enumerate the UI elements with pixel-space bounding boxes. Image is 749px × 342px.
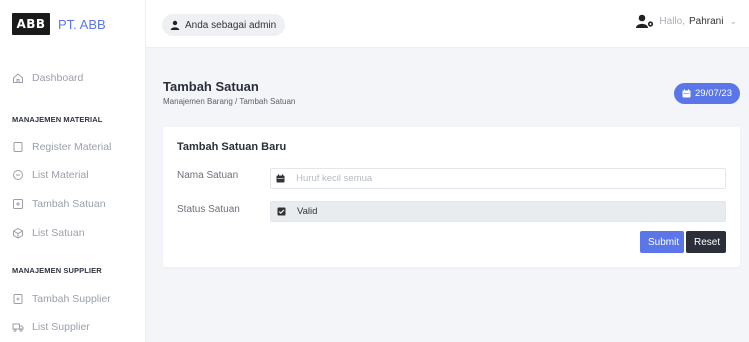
brand[interactable]: ABB PT. ABB (12, 13, 106, 35)
user-menu[interactable]: Hallo, Pahrani ⌄ (635, 14, 737, 28)
sidebar-section-supplier: MANAJEMEN SUPPLIER (12, 266, 102, 275)
sidebar-item-label: List Supplier (32, 321, 90, 333)
nama-satuan-label: Nama Satuan (177, 170, 239, 181)
greeting-text: Hallo, (659, 15, 685, 27)
sidebar-item-dashboard[interactable]: Dashboard (12, 72, 83, 84)
plus-square-icon (13, 199, 23, 209)
calendar-icon (682, 89, 691, 98)
submit-button[interactable]: Submit (640, 231, 684, 253)
status-satuan-value: Valid (297, 206, 318, 217)
truck-icon (12, 323, 24, 332)
file-plus-icon (13, 294, 23, 304)
page-title: Tambah Satuan (163, 79, 259, 94)
status-satuan-field: Valid (270, 201, 726, 222)
form-card: Tambah Satuan Baru Nama Satuan Status Sa… (163, 127, 740, 267)
username: Pahrani (688, 15, 724, 27)
sidebar-item-label: List Satuan (32, 227, 85, 239)
sidebar-item-list-material[interactable]: List Material (12, 169, 89, 181)
breadcrumb: Manajemen Barang / Tambah Satuan (163, 97, 296, 106)
sidebar-item-label: Tambah Satuan (32, 198, 106, 210)
sidebar-item-tambah-supplier[interactable]: Tambah Supplier (12, 293, 111, 305)
brand-name: PT. ABB (58, 16, 106, 32)
sidebar-item-label: Register Material (32, 141, 112, 153)
sidebar-item-tambah-satuan[interactable]: Tambah Satuan (12, 198, 106, 210)
file-icon (13, 142, 23, 152)
sidebar-item-label: List Material (32, 169, 89, 181)
brand-logo: ABB (12, 13, 50, 35)
sidebar-item-label: Dashboard (32, 72, 84, 84)
list-icon (13, 170, 23, 180)
sidebar-item-label: Tambah Supplier (32, 293, 111, 305)
status-satuan-label: Status Satuan (177, 204, 240, 215)
date-badge: 29/07/23 (674, 83, 740, 104)
reset-button[interactable]: Reset (686, 231, 726, 253)
user-cog-icon (636, 14, 654, 28)
sidebar-item-register-material[interactable]: Register Material (12, 141, 111, 153)
date-text: 29/07/23 (695, 88, 732, 99)
home-icon (13, 73, 23, 83)
form-title: Tambah Satuan Baru (177, 141, 287, 153)
checkbox-icon (271, 202, 291, 221)
sidebar-item-list-satuan[interactable]: List Satuan (12, 227, 85, 239)
box-icon (13, 227, 23, 239)
user-icon (170, 20, 180, 30)
calendar-icon (271, 169, 290, 188)
nama-satuan-field (270, 168, 726, 189)
role-badge: Anda sebagai admin (162, 14, 286, 36)
topbar: Anda sebagai admin Hallo, Pahrani ⌄ (146, 0, 749, 48)
sidebar-item-list-supplier[interactable]: List Supplier (12, 321, 90, 333)
sidebar: ABB PT. ABB Dashboard MANAJEMEN MATERIAL… (0, 0, 146, 342)
sidebar-section-material: MANAJEMEN MATERIAL (12, 115, 103, 124)
nama-satuan-input[interactable] (290, 173, 725, 184)
role-label: Anda sebagai admin (185, 19, 277, 31)
chevron-down-icon: ⌄ (729, 15, 737, 26)
